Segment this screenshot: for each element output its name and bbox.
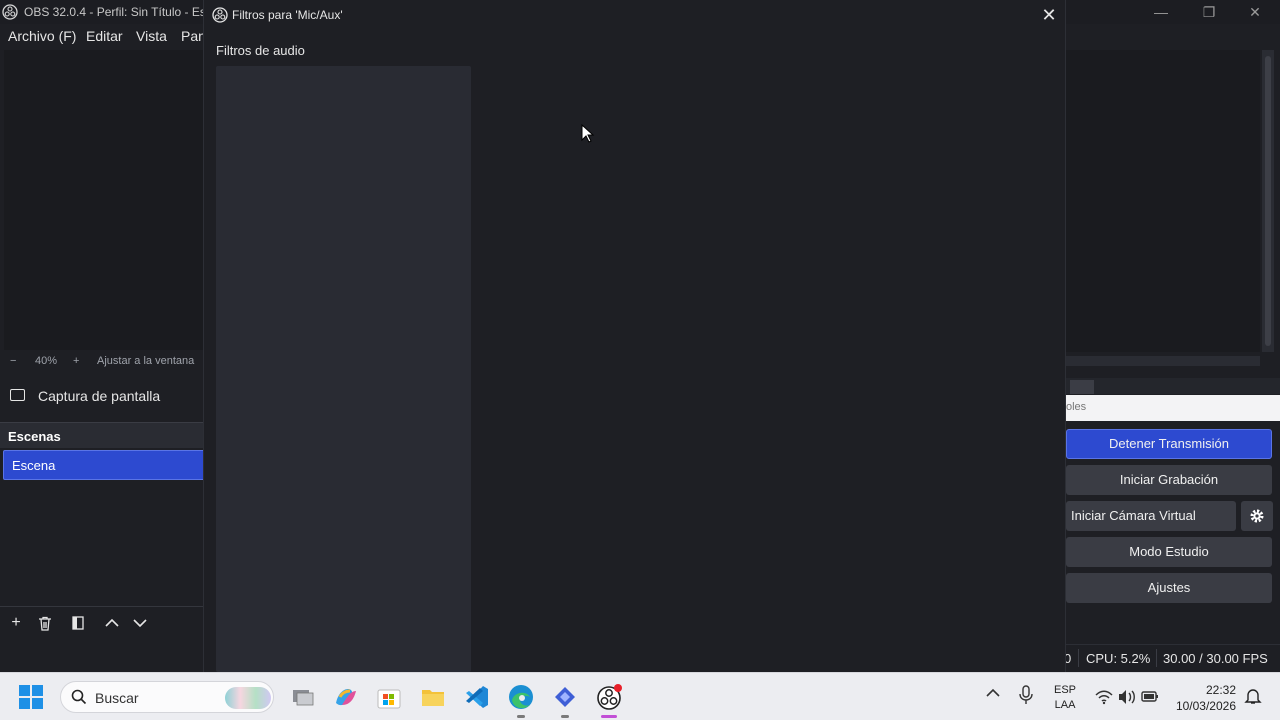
windows-start-icon[interactable] [18, 684, 44, 710]
filters-dialog: Filtros para 'Mic/Aux' ✕ Filtros de audi… [203, 0, 1066, 672]
scenes-footer-toolbar: + [0, 606, 210, 638]
minimize-icon[interactable]: — [1138, 0, 1184, 24]
keyboard-layout: LAA [1054, 699, 1076, 711]
cpu-usage: CPU: 5.2% [1086, 651, 1151, 666]
input-language-indicator[interactable]: ESP LAA [1054, 683, 1076, 713]
obs-window-title: OBS 32.0.4 - Perfil: Sin Título - Esc [24, 5, 212, 19]
preview-canvas[interactable] [4, 50, 204, 350]
vscode-icon[interactable] [463, 683, 491, 711]
scenes-dock-header: Escenas [0, 422, 210, 448]
windows-taskbar: Buscar ESP LAA 22:32 10/03/2026 [0, 672, 1280, 720]
status-separator [1156, 649, 1157, 667]
audio-filters-list[interactable] [216, 66, 471, 672]
controls-title: oles [1066, 401, 1087, 413]
status-separator [1078, 649, 1079, 667]
horizontal-scrollbar[interactable] [1066, 356, 1260, 366]
obs-logo-icon [212, 7, 228, 23]
volume-icon [1119, 690, 1135, 704]
system-tray-icons[interactable] [1094, 687, 1160, 707]
scrollbar-thumb[interactable] [1265, 56, 1271, 346]
dialog-title: Filtros para 'Mic/Aux' [232, 8, 343, 22]
language-code: ESP [1054, 684, 1077, 696]
obs-logo-icon [2, 4, 18, 20]
running-indicator [517, 715, 525, 718]
menu-archivo[interactable]: Archivo (F) [8, 28, 76, 44]
trash-icon[interactable] [34, 613, 56, 633]
microphone-icon[interactable] [1018, 685, 1034, 705]
dialog-titlebar: Filtros para 'Mic/Aux' ✕ [204, 0, 1065, 30]
scene-list-item[interactable]: Escena [3, 450, 208, 480]
m365-copilot-icon[interactable] [332, 683, 360, 711]
scenes-dock: Escenas Escena + [0, 422, 210, 644]
clock-time: 22:32 [1205, 683, 1236, 697]
taskbar-clock[interactable]: 22:32 10/03/2026 [1172, 682, 1236, 714]
scenes-title: Escenas [8, 429, 61, 444]
fit-to-window-button[interactable]: Ajustar a la ventana [97, 355, 194, 367]
zoom-out-button[interactable]: − [10, 355, 16, 367]
clock-date: 10/03/2026 [1175, 699, 1236, 713]
start-recording-button[interactable]: Iniciar Grabación [1066, 465, 1272, 495]
search-placeholder: Buscar [95, 690, 139, 706]
virtual-camera-settings-button[interactable] [1241, 501, 1273, 531]
blue-diamond-app-icon[interactable] [551, 683, 579, 711]
settings-button[interactable]: Ajustes [1066, 573, 1272, 603]
maximize-icon[interactable]: ❐ [1186, 0, 1232, 24]
studio-mode-button[interactable]: Modo Estudio [1066, 537, 1272, 567]
right-preview-area [1066, 50, 1260, 352]
running-indicator [561, 715, 569, 718]
audio-filters-label: Filtros de audio [216, 43, 305, 58]
controls-dock-header: oles [1066, 395, 1280, 421]
wifi-icon [1095, 690, 1113, 705]
close-icon[interactable]: ✕ [1032, 4, 1066, 28]
add-scene-icon[interactable]: + [5, 613, 27, 633]
move-up-icon[interactable] [101, 613, 123, 633]
mouse-cursor-icon [581, 124, 595, 143]
taskbar-search-box[interactable]: Buscar [60, 681, 274, 713]
search-icon [71, 689, 87, 705]
scene-item-label: Escena [12, 458, 56, 473]
task-view-icon[interactable] [289, 683, 317, 711]
controls-dock-tabs [1066, 378, 1280, 394]
edge-browser-icon[interactable] [507, 683, 535, 711]
fps-readout: 30.00 / 30.00 FPS [1163, 651, 1268, 666]
status-bar: 0 CPU: 5.2% 30.00 / 30.00 FPS [1064, 644, 1280, 670]
notification-icon[interactable] [1244, 687, 1262, 705]
vertical-scrollbar[interactable] [1262, 50, 1274, 352]
scene-filters-icon[interactable] [67, 613, 89, 633]
move-down-icon[interactable] [129, 613, 151, 633]
battery-icon [1141, 691, 1158, 702]
search-highlight-icon [225, 687, 271, 709]
chevron-up-icon[interactable] [986, 685, 1000, 701]
active-app-indicator [601, 715, 617, 718]
monitor-icon [10, 389, 25, 401]
dock-tab[interactable] [1070, 380, 1094, 394]
zoom-bar: − 40% + Ajustar a la ventana [0, 353, 210, 371]
file-explorer-icon[interactable] [419, 683, 447, 711]
obs-studio-icon[interactable] [595, 683, 623, 711]
microsoft-store-icon[interactable] [375, 683, 403, 711]
start-virtual-camera-button[interactable]: Iniciar Cámara Virtual [1066, 501, 1236, 531]
zoom-level: 40% [35, 355, 58, 367]
zoom-in-button[interactable]: + [73, 355, 79, 367]
source-label[interactable]: Captura de pantalla [38, 388, 160, 404]
gear-icon [1250, 509, 1264, 523]
stop-streaming-button[interactable]: Detener Transmisión [1066, 429, 1272, 459]
close-window-icon[interactable]: ✕ [1232, 0, 1278, 24]
source-toolbar: Captura de pantalla [0, 380, 210, 412]
obs-menubar: Archivo (F) Editar Vista Pan [0, 24, 210, 48]
menu-vista[interactable]: Vista [136, 28, 167, 44]
menu-editar[interactable]: Editar [86, 28, 123, 44]
